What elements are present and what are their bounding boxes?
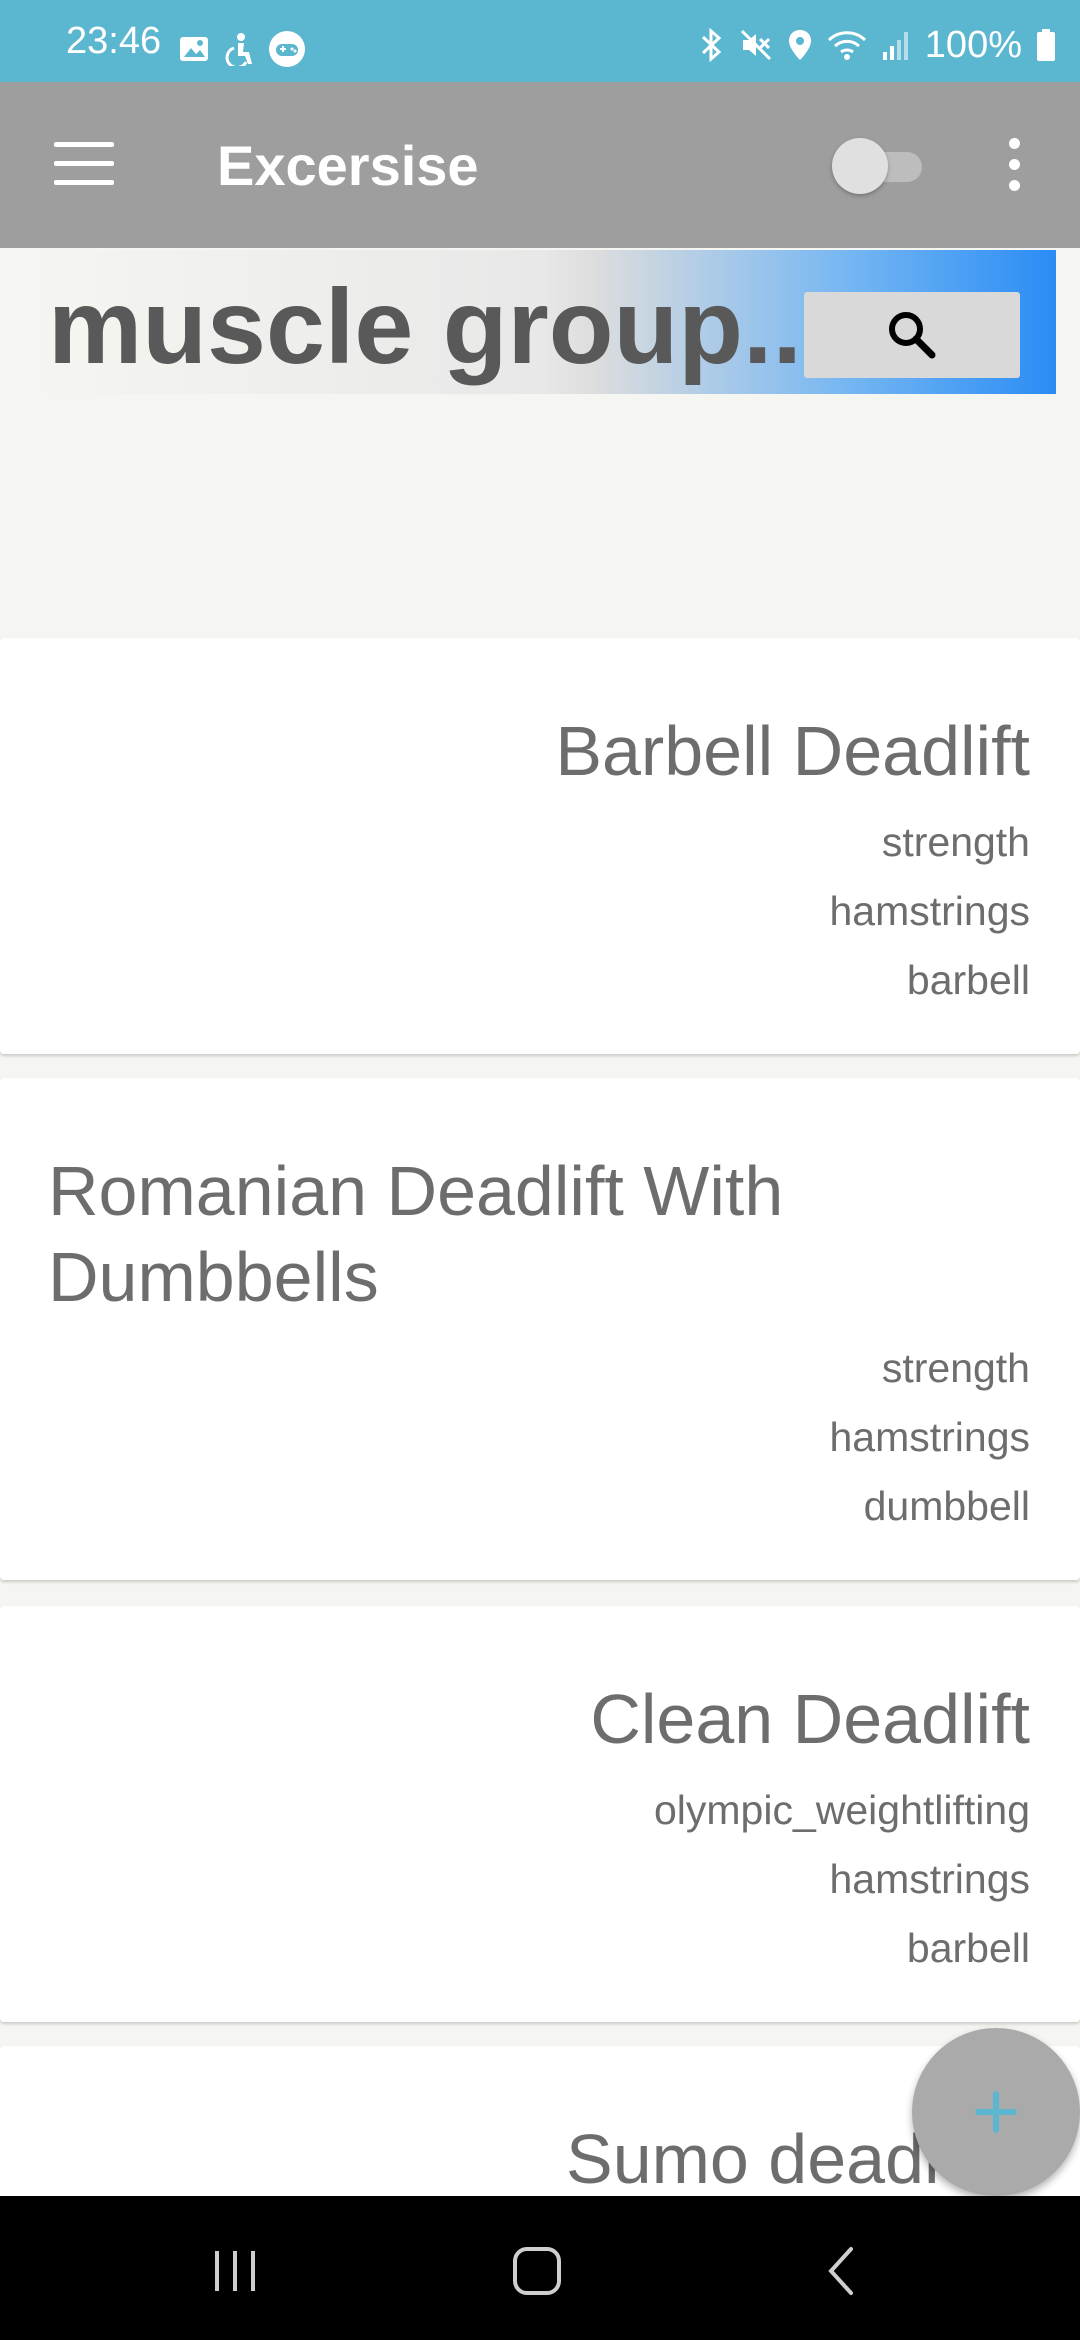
- exercise-name: Sumo deadl: [566, 2120, 940, 2198]
- accessibility-icon: [225, 33, 252, 66]
- recents-icon: [215, 2251, 255, 2291]
- exercise-type: strength: [881, 1345, 1030, 1391]
- back-button[interactable]: [806, 2236, 876, 2306]
- plus-icon: [975, 2091, 1017, 2133]
- exercise-muscle: hamstrings: [829, 1414, 1030, 1460]
- search-input[interactable]: muscle group...: [48, 268, 808, 386]
- gallery-icon: [180, 37, 208, 61]
- battery-icon: [1037, 29, 1055, 61]
- home-button[interactable]: [502, 2236, 572, 2306]
- search-icon: [889, 312, 936, 359]
- exercise-name: Barbell Deadlift: [555, 712, 1030, 790]
- exercise-type: olympic_weightlifting: [653, 1787, 1030, 1833]
- exercise-card[interactable]: Romanian Deadlift With Dumbbells strengt…: [0, 1078, 1080, 1580]
- signal-icon: [882, 32, 908, 60]
- mode-toggle[interactable]: [832, 138, 928, 194]
- wifi-icon: [827, 31, 866, 60]
- back-icon: [828, 2247, 853, 2295]
- exercise-type: strength: [881, 819, 1030, 865]
- exercise-equipment: dumbbell: [863, 1483, 1030, 1529]
- exercise-muscle: hamstrings: [829, 888, 1030, 934]
- exercise-name: Romanian Deadlift With Dumbbells: [48, 1152, 784, 1316]
- app-title: Excersise: [217, 134, 479, 197]
- navigation-bar: [0, 2196, 1080, 2340]
- exercise-muscle: hamstrings: [829, 1856, 1030, 1902]
- exercise-equipment: barbell: [906, 1925, 1030, 1971]
- location-icon: [788, 30, 811, 60]
- exercise-card[interactable]: Clean Deadlift olympic_weightlifting ham…: [0, 1606, 1080, 2022]
- exercise-card[interactable]: Barbell Deadlift strength hamstrings bar…: [0, 638, 1080, 1054]
- menu-icon[interactable]: [54, 142, 114, 186]
- bluetooth-icon: [701, 28, 722, 62]
- mute-icon: [740, 29, 771, 61]
- toggle-thumb: [832, 138, 888, 194]
- overflow-menu-icon[interactable]: [1000, 138, 1028, 191]
- status-left-icons: [178, 30, 306, 68]
- status-right-icons: 100%: [699, 24, 1056, 66]
- battery-percentage: 100%: [924, 24, 1022, 66]
- exercise-name: Clean Deadlift: [590, 1680, 1030, 1758]
- game-icon: [269, 31, 305, 67]
- search-button[interactable]: [804, 292, 1020, 378]
- app-bar: Excersise: [0, 82, 1080, 248]
- add-exercise-button[interactable]: [912, 2028, 1080, 2196]
- exercise-equipment: barbell: [906, 957, 1030, 1003]
- recents-button[interactable]: [200, 2236, 270, 2306]
- status-time: 23:46: [66, 20, 162, 62]
- home-icon: [513, 2247, 561, 2295]
- status-bar: 23:46 100%: [0, 0, 1080, 82]
